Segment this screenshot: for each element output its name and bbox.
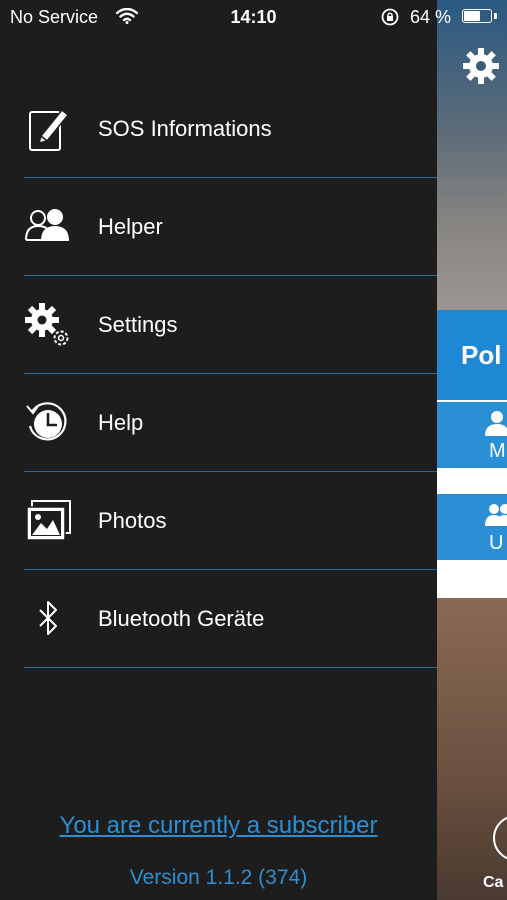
battery-percent: 64 % (410, 7, 452, 27)
background-panel-button-1[interactable]: M (437, 402, 507, 468)
background-panel-button-2[interactable]: U (437, 494, 507, 560)
gears-icon (25, 303, 69, 346)
background-panel-button-2-label: U (489, 532, 504, 554)
menu-item-help[interactable]: Help (0, 374, 437, 472)
menu-item-label: Helper (98, 214, 163, 239)
background-panel: Pol M U (437, 310, 507, 598)
rotation-lock-icon (381, 8, 399, 26)
users-icon (485, 504, 507, 526)
clock-history-icon (26, 402, 67, 441)
battery-tip (494, 13, 497, 19)
battery-icon (462, 9, 492, 23)
background-bottom-image (437, 598, 507, 900)
menu-item-settings[interactable]: Settings (0, 276, 437, 374)
menu-item-label: Bluetooth Geräte (98, 606, 265, 631)
divider (24, 667, 437, 668)
status-bar: No Service 14:10 64 % (0, 0, 507, 36)
photos-icon (26, 500, 71, 541)
user-icon (485, 411, 507, 436)
settings-gear-icon[interactable] (461, 46, 501, 86)
menu-item-label: Settings (98, 312, 178, 337)
background-panel-title: Pol (437, 310, 507, 400)
subscriber-link[interactable]: You are currently a subscriber (0, 812, 437, 840)
bluetooth-icon (39, 601, 57, 635)
menu-item-label: Help (98, 410, 144, 435)
menu-item-label: Photos (98, 508, 167, 533)
background-bottom-label: Ca (483, 874, 504, 891)
menu-item-label: SOS Informations (98, 116, 272, 141)
users-icon (25, 209, 69, 241)
menu-item-sos-informations[interactable]: SOS Informations (0, 80, 437, 178)
menu-item-photos[interactable]: Photos (0, 472, 437, 570)
background-panel-button-1-label: M (489, 440, 506, 462)
background-app: Pol M U Ca (437, 0, 507, 900)
version-label: Version 1.1.2 (374) (129, 866, 308, 889)
menu-item-helper[interactable]: Helper (0, 178, 437, 276)
edit-document-icon (29, 108, 70, 151)
drawer-menu: SOS Informations Helper Settings Help Ph… (0, 80, 437, 668)
menu-item-bluetooth[interactable]: Bluetooth Geräte (0, 570, 437, 668)
